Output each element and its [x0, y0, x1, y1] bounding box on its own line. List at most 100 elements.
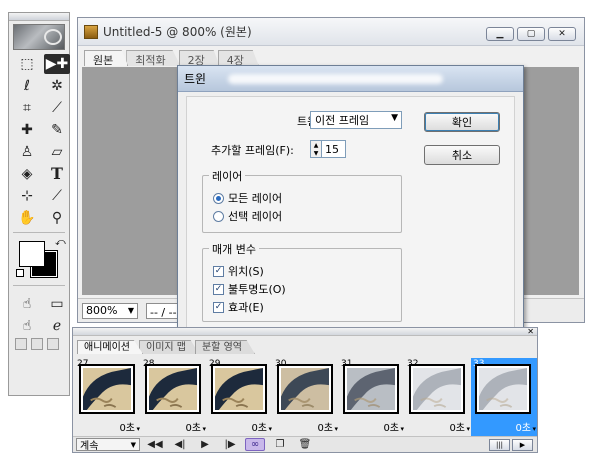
animation-frame[interactable]: 320초▾: [405, 358, 471, 436]
animation-frame[interactable]: 300초▾: [273, 358, 339, 436]
crop-slice-icon[interactable]: ⌗: [14, 98, 40, 118]
minimize-button[interactable]: ▁: [486, 27, 514, 41]
frame-thumbnail: [145, 364, 201, 414]
frame-delay[interactable]: 0초: [119, 419, 135, 434]
frame-thumbnail: [211, 364, 267, 414]
tools-palette: ⬚ ▶✚ ℓ ✲ ⌗ ⟋ ✚ ✎ ♙ ▱ ◈ T ⊹ ⟋ ✋ ⚲ ⤺ ☝ ▭ ☝ ℯ: [8, 12, 70, 396]
close-icon[interactable]: ✕: [527, 328, 534, 336]
zoom-select[interactable]: 800% ▼: [82, 302, 138, 319]
frame-delay[interactable]: 0초: [317, 419, 333, 434]
image-map-icon[interactable]: ▭: [44, 294, 70, 314]
screen-mode-full-menu-icon[interactable]: [31, 338, 43, 350]
position-option[interactable]: ✓ 위치(S): [213, 263, 264, 279]
frame-thumbnail: [343, 364, 399, 414]
animation-panel: ✕ 애니메이션 이미지 맵 분할 영역 270초▾280초▾290초▾300초▾…: [72, 327, 538, 453]
parameters-group-title: 매개 변수: [209, 241, 259, 257]
stepper-buttons[interactable]: ▲ ▼: [310, 140, 322, 158]
all-layers-label: 모든 레이어: [228, 192, 283, 205]
dialog-title-bar[interactable]: 트윈: [178, 66, 523, 92]
animation-frame[interactable]: 330초▾: [471, 358, 537, 436]
lasso-icon[interactable]: ℓ: [14, 76, 40, 96]
app-logo[interactable]: [13, 24, 65, 50]
duplicate-frame-icon[interactable]: ❐: [270, 439, 290, 450]
tab-animation[interactable]: 애니메이션: [77, 340, 143, 354]
eyedropper-icon[interactable]: ⟋: [44, 186, 70, 206]
tween-with-select[interactable]: 이전 프레임 ▼: [310, 111, 402, 129]
tab-original[interactable]: 원본: [84, 50, 129, 66]
hand-icon[interactable]: ✋: [14, 208, 40, 228]
loop-select[interactable]: 계속 ▼: [76, 438, 140, 452]
frame-delay[interactable]: 0초: [383, 419, 399, 434]
chevron-down-icon: ▼: [127, 306, 134, 315]
frame-delay[interactable]: 0초: [185, 419, 201, 434]
tab-4-up[interactable]: 4장: [217, 50, 259, 66]
frames-to-add-field[interactable]: 15: [322, 140, 346, 158]
zoom-icon[interactable]: ⚲: [44, 208, 70, 228]
frame-thumbnail: [79, 364, 135, 414]
clone-stamp-icon[interactable]: ♙: [14, 142, 40, 162]
effects-label: 효과(E): [228, 301, 264, 314]
tab-optimized[interactable]: 최적화: [126, 50, 181, 66]
ok-button[interactable]: 확인: [424, 112, 500, 132]
frames-to-add-stepper[interactable]: ▲ ▼ 15: [310, 140, 346, 158]
scroll-thumb[interactable]: |||: [489, 439, 510, 451]
frame-delay[interactable]: 0초: [449, 419, 465, 434]
animation-frame[interactable]: 270초▾: [75, 358, 141, 436]
delete-frame-icon[interactable]: 🗑: [295, 439, 315, 450]
animation-frame[interactable]: 290초▾: [207, 358, 273, 436]
frame-delay[interactable]: 0초: [251, 419, 267, 434]
scroll-right-button[interactable]: ▶: [512, 439, 533, 451]
screen-mode-full-icon[interactable]: [47, 338, 59, 350]
next-frame-icon[interactable]: |▶: [220, 439, 240, 450]
brush-icon[interactable]: ✎: [44, 120, 70, 140]
effects-option[interactable]: ✓ 효과(E): [213, 299, 264, 315]
paint-bucket-icon[interactable]: ◈: [14, 164, 40, 184]
animation-frame[interactable]: 280초▾: [141, 358, 207, 436]
eraser-icon[interactable]: ▱: [44, 142, 70, 162]
opacity-checkbox[interactable]: ✓: [213, 283, 224, 295]
frame-delay[interactable]: 0초: [515, 419, 531, 434]
selected-layers-radio[interactable]: [213, 210, 224, 222]
frames-to-add-label: 추가할 프레임(F):: [211, 144, 294, 157]
first-frame-icon[interactable]: ◀◀: [145, 439, 165, 450]
palette-title-bar[interactable]: [9, 13, 69, 21]
foreground-color-swatch[interactable]: [19, 241, 45, 267]
position-checkbox[interactable]: ✓: [213, 265, 224, 277]
panel-title-bar[interactable]: ✕: [73, 328, 537, 336]
chevron-down-icon: ▼: [391, 113, 398, 123]
healing-brush-icon[interactable]: ✚: [14, 120, 40, 140]
rollover-icon[interactable]: ☝: [14, 294, 40, 314]
cancel-button[interactable]: 취소: [424, 145, 500, 165]
magic-wand-icon[interactable]: ✲: [44, 76, 70, 96]
tween-button-icon[interactable]: ∞: [245, 438, 265, 451]
default-colors-icon[interactable]: [16, 269, 24, 277]
slice-select-icon[interactable]: ⟋: [44, 98, 70, 118]
tab-slices[interactable]: 분할 영역: [194, 340, 255, 354]
chevron-down-icon: ▼: [130, 440, 136, 449]
play-icon[interactable]: ▶: [195, 439, 215, 450]
document-title-bar[interactable]: Untitled-5 @ 800% (원본) ▁ ▢ ✕: [78, 18, 584, 46]
screen-mode-standard-icon[interactable]: [15, 338, 27, 350]
move-tool-icon[interactable]: ▶✚: [44, 54, 70, 74]
opacity-option[interactable]: ✓ 불투명도(O): [213, 281, 286, 297]
dialog-body: 트윈(T): 이전 프레임 ▼ 추가할 프레임(F): ▲▼ 15 확인 취소 …: [186, 96, 515, 329]
maximize-button[interactable]: ▢: [517, 27, 545, 41]
previous-frame-icon[interactable]: ◀|: [170, 439, 190, 450]
tab-image-map[interactable]: 이미지 맵: [139, 340, 199, 354]
browser-preview-icon[interactable]: ℯ: [44, 316, 70, 336]
crop-icon[interactable]: ⊹: [14, 186, 40, 206]
swap-colors-icon[interactable]: ⤺: [55, 237, 66, 248]
tween-dialog: 트윈 트윈(T): 이전 프레임 ▼ 추가할 프레임(F): ▲▼ 15 확인 …: [177, 65, 524, 338]
jump-to-imageready-icon[interactable]: ☝: [14, 316, 40, 336]
rect-marquee-icon[interactable]: ⬚: [14, 54, 40, 74]
close-button[interactable]: ✕: [548, 27, 576, 41]
animation-frame[interactable]: 310초▾: [339, 358, 405, 436]
all-layers-radio[interactable]: [213, 192, 224, 204]
effects-checkbox[interactable]: ✓: [213, 301, 224, 313]
chevron-down-icon: ▾: [400, 425, 404, 433]
layers-group-title: 레이어: [209, 168, 246, 184]
tab-2-up[interactable]: 2장: [178, 50, 220, 66]
selected-layers-option[interactable]: 선택 레이어: [213, 208, 282, 224]
type-tool-icon[interactable]: T: [44, 164, 70, 184]
all-layers-option[interactable]: 모든 레이어: [213, 190, 282, 206]
